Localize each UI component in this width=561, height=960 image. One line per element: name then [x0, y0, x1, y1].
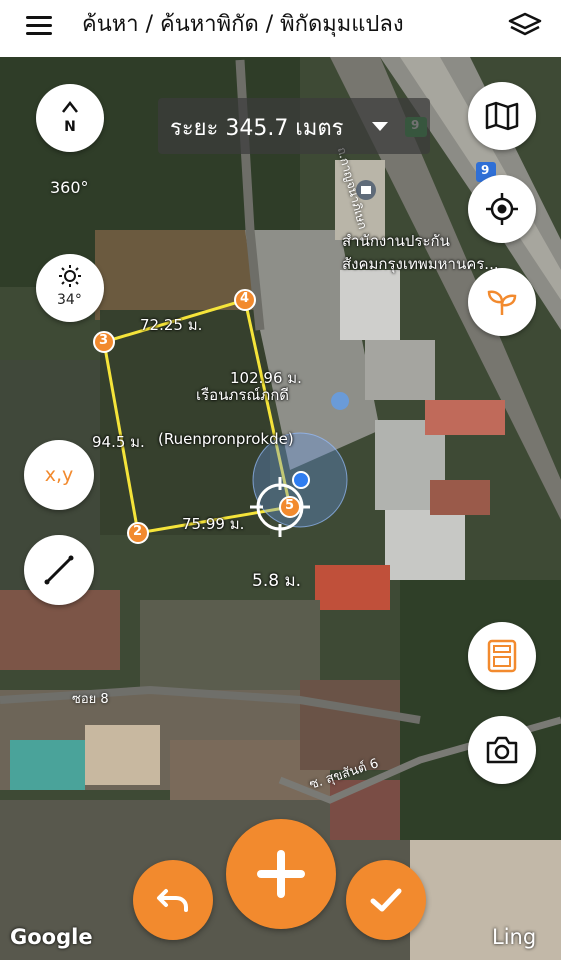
confirm-button[interactable] — [346, 860, 426, 940]
locate-button[interactable] — [468, 175, 536, 243]
vertex-label: 5 — [285, 498, 295, 513]
google-attribution: Google — [10, 925, 93, 949]
map-icon — [485, 101, 519, 131]
map-type-button[interactable] — [468, 82, 536, 150]
sun-button[interactable]: 34° — [36, 254, 104, 322]
poi-label-line2: สังคมกรุงเทพมหานคร... — [342, 255, 499, 273]
plus-icon — [257, 850, 305, 898]
north-arrow-icon: N — [62, 100, 78, 135]
cursor-offset-label: 5.8 ม. — [252, 571, 302, 591]
camera-button[interactable] — [468, 716, 536, 784]
ling-attribution: Ling — [492, 925, 537, 949]
line-measure-button[interactable] — [24, 535, 94, 605]
compass-button[interactable]: N — [36, 84, 104, 152]
top-app-bar: ค้นหา / ค้นหาพิกัด / พิกัดมุมแปลง — [0, 0, 561, 57]
current-location-dot — [292, 471, 310, 489]
undo-button[interactable] — [133, 860, 213, 940]
breadcrumb-title: ค้นหา / ค้นหาพิกัด / พิกัดมุมแปลง — [82, 12, 404, 37]
sun-icon — [59, 265, 81, 287]
calculator-button[interactable] — [468, 622, 536, 690]
total-distance-selector[interactable]: ระยะ 345.7 เมตร — [158, 98, 430, 154]
segment-length-label: 94.5 ม. — [92, 433, 145, 451]
svg-text:N: N — [64, 119, 76, 135]
hamburger-icon[interactable] — [24, 10, 56, 42]
place-pin — [331, 392, 350, 410]
vertex-label: 2 — [133, 524, 143, 539]
route-badge-label: 9 — [481, 163, 490, 177]
segment-length-label: 72.25 ม. — [140, 316, 203, 334]
chevron-down-icon — [372, 122, 388, 131]
vertex-label: 3 — [99, 333, 109, 348]
coordinates-button[interactable]: x,y — [24, 440, 94, 510]
sprout-icon — [487, 290, 517, 315]
road-label-soi: ซอย 8 — [72, 692, 109, 707]
crosshair-locate-icon — [486, 193, 518, 225]
sun-angle-value: 34° — [57, 292, 82, 308]
poi-label-line1: สำนักงานประกัน — [342, 232, 450, 250]
place-label-thai: เรือนภรณ์ภกดี — [196, 386, 290, 404]
compass-angle-label: 360° — [50, 178, 89, 197]
calculator-icon — [487, 639, 517, 673]
check-icon — [370, 888, 402, 912]
layers-icon[interactable] — [507, 10, 543, 42]
undo-icon — [157, 889, 188, 912]
segment-length-label: 75.99 ม. — [182, 515, 245, 533]
camera-icon — [486, 736, 518, 764]
add-point-button[interactable] — [226, 819, 336, 929]
total-distance-label: ระยะ 345.7 เมตร — [170, 116, 344, 141]
coordinates-label: x,y — [44, 464, 74, 486]
ruler-line-icon — [44, 555, 74, 585]
place-label-latin: (Ruenpronprokde) — [158, 430, 294, 448]
plant-button[interactable] — [468, 268, 536, 336]
vertex-label: 4 — [240, 291, 250, 306]
